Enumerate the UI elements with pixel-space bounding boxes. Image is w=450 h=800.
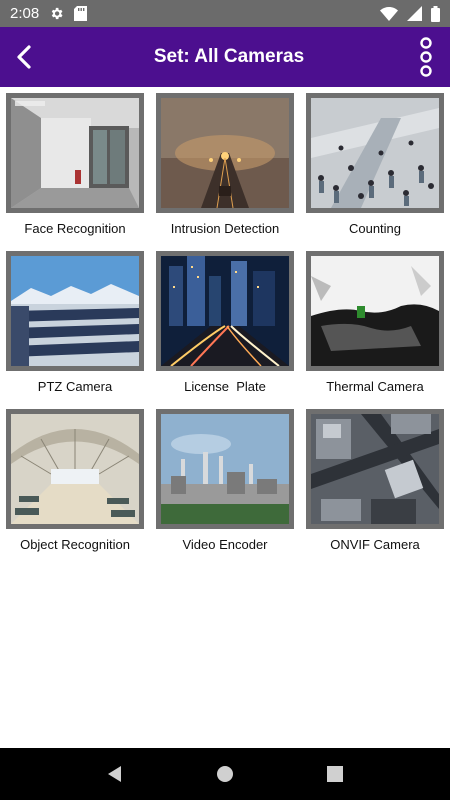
camera-label: License Plate xyxy=(184,379,266,394)
nav-back-button[interactable] xyxy=(95,754,135,794)
camera-tile-video-encoder[interactable]: Video Encoder xyxy=(155,409,295,552)
camera-tile-onvif-camera[interactable]: ONVIF Camera xyxy=(305,409,445,552)
settings-gear-icon xyxy=(49,6,64,21)
industrial-skyline-image xyxy=(161,414,289,524)
nav-recents-button[interactable] xyxy=(315,754,355,794)
camera-tile-ptz-camera[interactable]: PTZ Camera xyxy=(5,251,145,394)
office-hallway-image xyxy=(11,98,139,208)
camera-label: Face Recognition xyxy=(24,221,126,236)
app-bar: Set: All Cameras xyxy=(0,27,450,87)
overflow-menu-button[interactable] xyxy=(402,27,450,87)
status-bar: 2:08 xyxy=(0,0,450,27)
camera-label: Counting xyxy=(348,221,402,236)
sd-card-icon xyxy=(74,6,88,21)
camera-thumbnail[interactable] xyxy=(306,409,444,529)
camera-thumbnail[interactable] xyxy=(156,409,294,529)
camera-tile-thermal-camera[interactable]: Thermal Camera xyxy=(305,251,445,394)
camera-label: PTZ Camera xyxy=(37,379,113,394)
thermal-view-image xyxy=(311,256,439,366)
camera-thumbnail[interactable] xyxy=(6,409,144,529)
camera-tile-face-recognition[interactable]: Face Recognition xyxy=(5,93,145,236)
back-button[interactable] xyxy=(0,27,48,87)
airport-terminal-image xyxy=(11,414,139,524)
recents-square-icon xyxy=(327,766,343,782)
camera-thumbnail[interactable] xyxy=(6,251,144,371)
foggy-street-image xyxy=(161,98,289,208)
camera-tile-intrusion-detection[interactable]: Intrusion Detection xyxy=(155,93,295,236)
camera-thumbnail[interactable] xyxy=(156,251,294,371)
camera-label: Thermal Camera xyxy=(326,379,424,394)
camera-thumbnail[interactable] xyxy=(6,93,144,213)
back-triangle-icon xyxy=(108,766,121,782)
nav-home-button[interactable] xyxy=(205,754,245,794)
camera-label: Video Encoder xyxy=(182,537,268,552)
camera-tile-object-recognition[interactable]: Object Recognition xyxy=(5,409,145,552)
chevron-left-icon xyxy=(17,45,31,69)
camera-label: Object Recognition xyxy=(20,537,130,552)
camera-thumbnail[interactable] xyxy=(306,251,444,371)
signal-icon xyxy=(407,6,422,21)
three-dots-vertical-icon xyxy=(420,37,432,77)
city-highway-image xyxy=(161,256,289,366)
wifi-icon xyxy=(380,6,398,21)
battery-icon xyxy=(431,5,440,22)
solar-panels-image xyxy=(11,256,139,366)
camera-label: ONVIF Camera xyxy=(330,537,420,552)
camera-thumbnail[interactable] xyxy=(306,93,444,213)
home-circle-icon xyxy=(217,766,233,782)
system-nav-bar xyxy=(0,748,450,800)
camera-label: Intrusion Detection xyxy=(170,221,280,236)
crowded-escalators-image xyxy=(311,98,439,208)
status-time: 2:08 xyxy=(10,5,40,22)
camera-tile-license-plate[interactable]: License Plate xyxy=(155,251,295,394)
page-title: Set: All Cameras xyxy=(153,46,305,67)
camera-thumbnail[interactable] xyxy=(156,93,294,213)
camera-tile-counting[interactable]: Counting xyxy=(305,93,445,236)
aerial-intersection-image xyxy=(311,414,439,524)
